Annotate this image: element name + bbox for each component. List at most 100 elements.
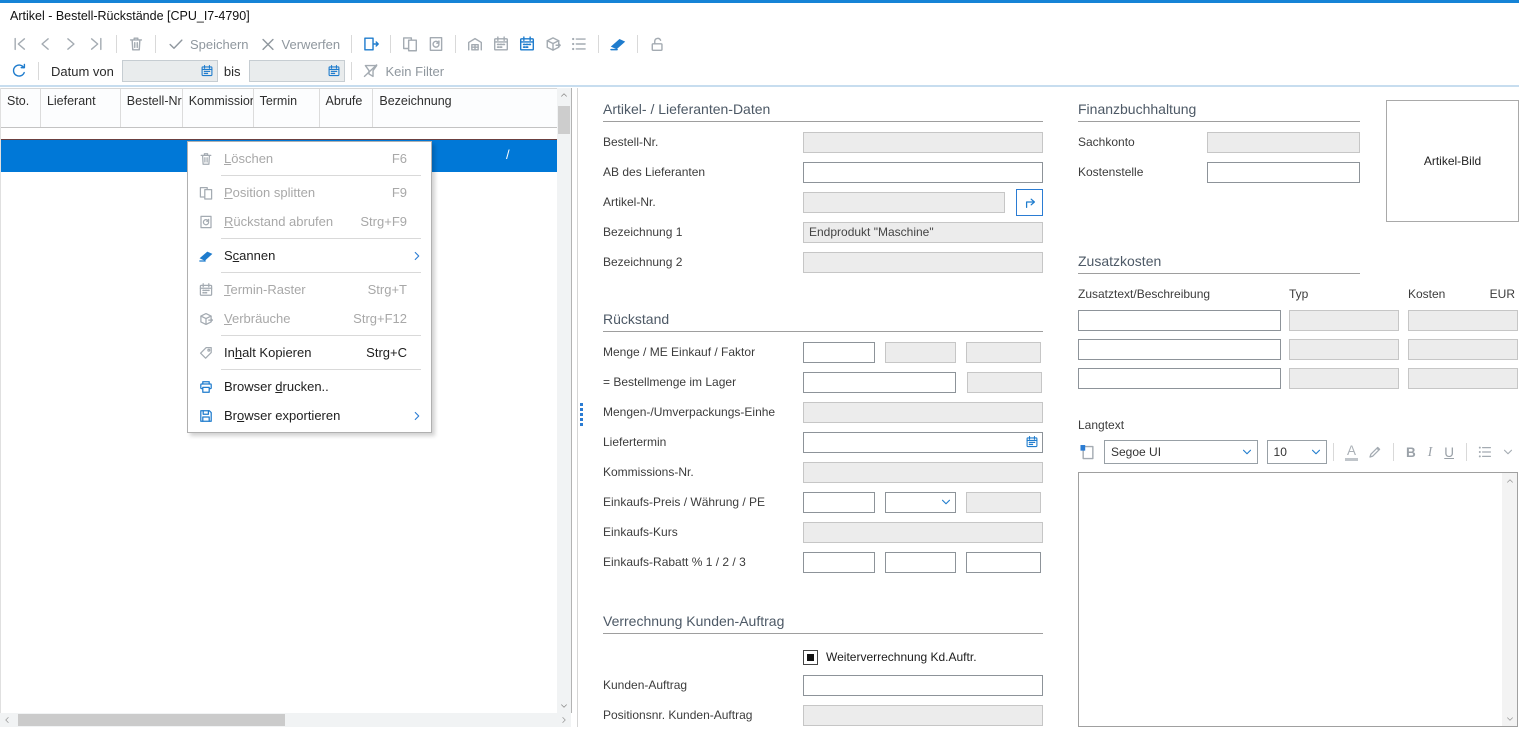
form-row: Einkaufs-Kurs	[603, 517, 1043, 547]
calendar-icon[interactable]	[1025, 435, 1039, 449]
datum-bis-input[interactable]	[250, 62, 327, 80]
zusatztext-input[interactable]	[1078, 310, 1281, 331]
field-label: Einkaufs-Kurs	[603, 525, 803, 539]
splitter-handle[interactable]	[580, 403, 583, 426]
column-header-sto[interactable]: Sto.	[1, 89, 41, 127]
field-label: Artikel-Nr.	[603, 195, 803, 209]
table-horizontal-scrollbar[interactable]	[0, 713, 571, 727]
table-vertical-scrollbar[interactable]	[557, 88, 571, 713]
scanner-icon[interactable]	[605, 35, 631, 53]
liefertermin-input[interactable]	[803, 432, 1043, 453]
scroll-right-arrow[interactable]	[557, 713, 571, 727]
zusatztext-input[interactable]	[1078, 339, 1281, 360]
rabatt2-input[interactable]	[885, 552, 956, 573]
langtext-scrollbar[interactable]	[1502, 473, 1517, 726]
menu-item-browser-exportieren[interactable]: Browser exportieren	[188, 401, 431, 430]
menu-separator	[221, 272, 421, 273]
section-finanzbuchhaltung: Finanzbuchhaltung Sachkonto Kostenstelle	[1078, 100, 1360, 187]
datum-von-field[interactable]	[122, 60, 218, 82]
zusatzkosten-row	[1078, 364, 1519, 393]
column-header: EUR	[1490, 287, 1515, 301]
weiterverrechnung-checkbox[interactable]	[803, 650, 818, 665]
scroll-down-arrow[interactable]	[557, 699, 571, 713]
trash-icon	[188, 151, 224, 167]
chevron-down-icon[interactable]	[1497, 445, 1519, 459]
typ-input	[1289, 339, 1399, 360]
field-label: Sachkonto	[1078, 135, 1207, 149]
table-header: Sto. Lieferant Bestell-Nr. Kommission Te…	[1, 88, 557, 128]
menge-input[interactable]	[803, 342, 875, 363]
warehouse-icon	[462, 35, 488, 53]
calendar-icon[interactable]	[327, 64, 341, 78]
scroll-up-arrow[interactable]	[557, 88, 571, 102]
ab-lieferanten-input[interactable]	[803, 162, 1043, 183]
context-menu: Löschen F6 Position splitten F9 Rückstan…	[187, 141, 432, 433]
font-size-select[interactable]: 10	[1267, 440, 1327, 464]
menu-item-inhalt-kopieren[interactable]: Inhalt Kopieren Strg+C	[188, 338, 431, 367]
datum-bis-field[interactable]	[249, 60, 345, 82]
form-row: Menge / ME Einkauf / Faktor	[603, 337, 1043, 367]
column-header-lieferant[interactable]: Lieferant	[41, 89, 121, 127]
paste-doc-icon[interactable]	[1078, 443, 1100, 461]
kosten-input	[1408, 368, 1518, 389]
toolbar-separator	[1466, 443, 1467, 461]
liefertermin-field	[803, 432, 1043, 453]
zusatztext-input[interactable]	[1078, 368, 1281, 389]
x-icon	[259, 35, 277, 53]
scroll-up-arrow[interactable]	[1502, 473, 1517, 488]
column-header-bezeichnung[interactable]: Bezeichnung	[373, 89, 557, 127]
column-header-termin[interactable]: Termin	[254, 89, 321, 127]
chevron-down-icon	[1240, 445, 1254, 459]
nav-next-icon	[58, 35, 84, 53]
kunden-auftrag-input[interactable]	[803, 675, 1043, 696]
section-heading: Verrechnung Kunden-Auftrag	[603, 612, 1043, 634]
menu-item-scannen[interactable]: Scannen	[188, 241, 431, 270]
waehrung-dropdown[interactable]	[885, 492, 956, 513]
me-einkauf-input	[885, 342, 956, 363]
kostenstelle-input[interactable]	[1207, 162, 1360, 183]
column-header-kommission[interactable]: Kommission	[183, 89, 254, 127]
calendar-icon[interactable]	[200, 64, 214, 78]
langtext-textarea[interactable]	[1079, 473, 1501, 726]
field-label: Bestell-Nr.	[603, 135, 803, 149]
field-label: Menge / ME Einkauf / Faktor	[603, 345, 803, 359]
einkaufs-preis-input[interactable]	[803, 492, 875, 513]
column-header: Kosten	[1408, 287, 1445, 301]
toolbar-separator	[637, 35, 638, 53]
form-row: Kostenstelle	[1078, 157, 1360, 187]
delete-button	[123, 35, 149, 53]
section-heading: Rückstand	[603, 310, 1043, 332]
form-row: Kommissions-Nr.	[603, 457, 1043, 487]
field-label: Einkaufs-Preis / Währung / PE	[603, 495, 803, 509]
datum-von-input[interactable]	[123, 62, 200, 80]
preiseinheit-input	[966, 492, 1041, 513]
menu-item-browser-drucken[interactable]: Browser drucken..	[188, 372, 431, 401]
scrollbar-thumb[interactable]	[18, 714, 285, 726]
calendar-accent-icon[interactable]	[514, 35, 540, 53]
menu-separator	[221, 369, 421, 370]
lager-einheit-input	[967, 372, 1042, 393]
column-header-bestell-nr[interactable]: Bestell-Nr.	[121, 89, 183, 127]
bestellmenge-input[interactable]	[803, 372, 956, 393]
menu-item-rueckstand-abrufen: Rückstand abrufen Strg+F9	[188, 207, 431, 236]
positionsnr-input	[803, 705, 1043, 726]
italic-button: I	[1422, 444, 1439, 460]
font-family-select[interactable]: Segoe UI	[1104, 440, 1258, 464]
split-position-icon	[397, 35, 423, 53]
column-header-abrufe[interactable]: Abrufe	[320, 89, 373, 127]
save-icon	[188, 408, 224, 424]
save-button-label: Speichern	[190, 37, 249, 52]
scroll-down-arrow[interactable]	[1502, 711, 1517, 726]
scrollbar-thumb[interactable]	[558, 106, 570, 134]
scroll-left-arrow[interactable]	[0, 713, 14, 727]
artikel-nr-input	[803, 192, 1005, 213]
submenu-arrow-icon	[410, 409, 424, 423]
rabatt3-input[interactable]	[966, 552, 1041, 573]
rabatt1-input[interactable]	[803, 552, 875, 573]
zusatzkosten-row	[1078, 335, 1519, 364]
document-arrow-icon[interactable]	[358, 35, 384, 53]
menu-separator	[221, 238, 421, 239]
goto-artikel-button[interactable]	[1016, 189, 1043, 216]
printer-icon	[188, 379, 224, 395]
refresh-icon[interactable]	[6, 62, 32, 80]
